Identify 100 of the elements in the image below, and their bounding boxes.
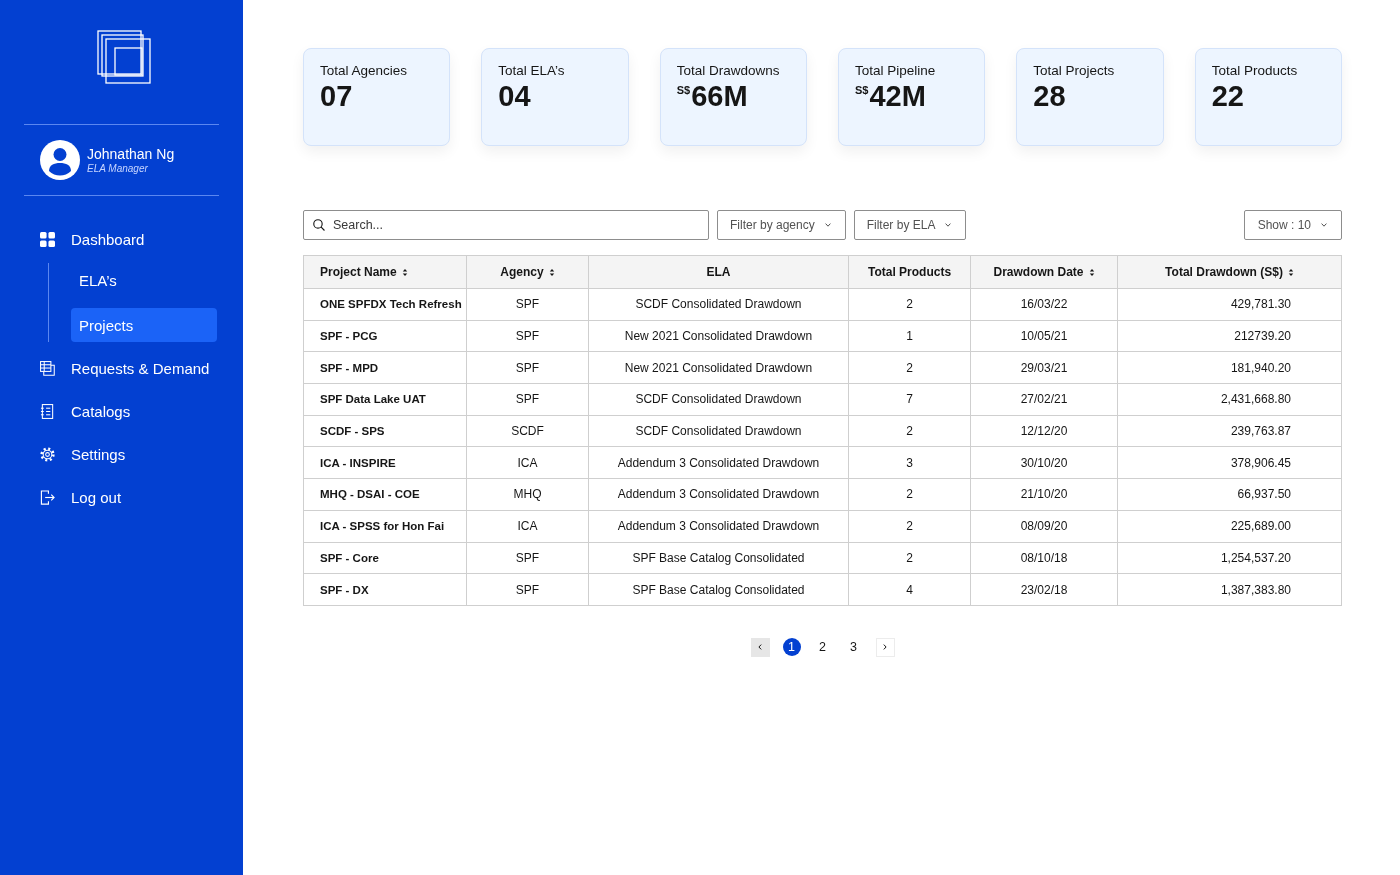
table-cell: 21/10/20 xyxy=(970,478,1118,511)
page-button[interactable]: 3 xyxy=(844,638,863,657)
table-cell: New 2021 Consolidated Drawdown xyxy=(588,351,849,384)
table-cell: SPF - Core xyxy=(303,542,467,574)
nav-item[interactable]: Requests & Demand xyxy=(24,351,219,385)
column-header[interactable]: Project Name xyxy=(303,255,467,289)
stat-value: 04 xyxy=(498,80,531,113)
nested-squares-logo xyxy=(96,30,151,84)
settings-icon xyxy=(40,446,55,462)
nav-item[interactable]: Settings xyxy=(24,437,219,471)
column-header[interactable]: Agency xyxy=(466,255,589,289)
stat-label: Total ELA’s xyxy=(498,62,566,79)
page-button[interactable]: 2 xyxy=(813,638,832,657)
table-cell: MHQ - DSAI - COE xyxy=(303,478,467,511)
table-cell: SCDF Consolidated Drawdown xyxy=(588,383,849,416)
table-cell: 2 xyxy=(848,510,971,542)
stat-value: 28 xyxy=(1033,80,1066,113)
table-cell: 2 xyxy=(848,415,971,447)
table-cell: 4 xyxy=(848,573,971,606)
stat-label: Total Agencies xyxy=(320,62,409,79)
logout-icon xyxy=(40,489,55,505)
table-cell: ICA - SPSS for Hon Fai xyxy=(303,510,467,542)
table-cell: 225,689.00 xyxy=(1117,510,1342,542)
currency-prefix: S$ xyxy=(676,84,691,96)
table-cell: ONE SPFDX Tech Refresh xyxy=(303,288,467,321)
currency-prefix: S$ xyxy=(855,84,869,96)
stat-value: 22 xyxy=(1211,80,1244,113)
table-cell: 2,431,668.80 xyxy=(1117,383,1342,416)
table-cell: ICA xyxy=(466,510,589,542)
table-cell: 29/03/21 xyxy=(970,351,1118,384)
table-cell: SPF xyxy=(466,542,589,574)
table-cell: 1 xyxy=(848,320,971,352)
table-cell: 3 xyxy=(848,446,971,479)
table-cell: Addendum 3 Consolidated Drawdown xyxy=(588,478,849,511)
table-cell: 429,781.30 xyxy=(1117,288,1342,321)
table-cell: Addendum 3 Consolidated Drawdown xyxy=(588,510,849,542)
nav-subitem[interactable]: Projects xyxy=(71,308,217,342)
filter-dropdown[interactable]: Filter by agency xyxy=(717,210,846,240)
stat-label: Total Pipeline xyxy=(855,62,937,79)
grid-icon xyxy=(40,231,55,247)
table-cell: 16/03/22 xyxy=(970,288,1118,321)
table-cell: SPF - DX xyxy=(303,573,467,606)
sort-icon xyxy=(1287,268,1294,277)
table-cell: 2 xyxy=(848,351,971,384)
search-icon xyxy=(313,219,325,231)
table-cell: SPF Base Catalog Consolidated xyxy=(588,542,849,574)
table-cell: New 2021 Consolidated Drawdown xyxy=(588,320,849,352)
table-cell: 27/02/21 xyxy=(970,383,1118,416)
stat-label: Total Drawdowns xyxy=(676,62,781,79)
table-cell: SCDF - SPS xyxy=(303,415,467,447)
table-cell: SPF xyxy=(466,288,589,321)
filter-dropdown[interactable]: Filter by ELA xyxy=(853,210,967,240)
table-cell: 66,937.50 xyxy=(1117,478,1342,511)
table-cell: SPF Data Lake UAT xyxy=(303,383,467,416)
table-cell: 2 xyxy=(848,478,971,511)
stat-value: 42M xyxy=(869,80,926,113)
notebook-icon xyxy=(40,403,55,419)
stat-value: 66M xyxy=(691,80,748,113)
table-cell: ICA xyxy=(466,446,589,479)
stat-label: Total Projects xyxy=(1033,62,1116,79)
table-cell: 1,254,537.20 xyxy=(1117,542,1342,574)
nav-subitem[interactable]: ELA’s xyxy=(71,263,217,297)
table-cell: 2 xyxy=(848,542,971,574)
chevron-down-icon xyxy=(824,223,831,227)
table-cell: SPF xyxy=(466,383,589,416)
table-cell: 181,940.20 xyxy=(1117,351,1342,384)
table-cell: SPF xyxy=(466,351,589,384)
nav-item[interactable]: Dashboard xyxy=(24,222,219,256)
table-cell: 08/09/20 xyxy=(970,510,1118,542)
table-cell: 12/12/20 xyxy=(970,415,1118,447)
table-cell: 7 xyxy=(848,383,971,416)
column-header[interactable]: Total Drawdown (S$) xyxy=(1117,255,1342,289)
column-header: Total Products xyxy=(848,255,971,289)
sort-icon xyxy=(401,268,408,277)
table-cell: SPF - MPD xyxy=(303,351,467,384)
nav-item[interactable]: Catalogs xyxy=(24,394,219,428)
table-icon xyxy=(40,360,55,376)
chevron-down-icon xyxy=(1321,223,1327,227)
nav-item[interactable]: Log out xyxy=(24,480,219,514)
table-cell: SCDF Consolidated Drawdown xyxy=(588,288,849,321)
table-cell: 10/05/21 xyxy=(970,320,1118,352)
table-cell: SCDF xyxy=(466,415,589,447)
user-name: Johnathan Ng xyxy=(87,145,175,163)
table-cell: 1,387,383.80 xyxy=(1117,573,1342,606)
avatar-icon xyxy=(40,140,80,180)
next-page-button[interactable] xyxy=(875,637,895,657)
table-cell: SPF - PCG xyxy=(303,320,467,352)
table-cell: 239,763.87 xyxy=(1117,415,1342,447)
column-header: ELA xyxy=(588,255,849,289)
page-size-dropdown[interactable]: Show : 10 xyxy=(1243,210,1342,240)
chevron-right-icon xyxy=(883,644,887,651)
search-field[interactable]: Search... xyxy=(303,210,709,240)
stat-value: 07 xyxy=(320,80,353,113)
sort-icon xyxy=(1088,268,1095,277)
table-cell: Addendum 3 Consolidated Drawdown xyxy=(588,446,849,479)
table-cell: 212739.20 xyxy=(1117,320,1342,352)
column-header[interactable]: Drawdown Date xyxy=(970,255,1118,289)
table-cell: SPF Base Catalog Consolidated xyxy=(588,573,849,606)
stat-label: Total Products xyxy=(1211,62,1299,79)
page-button[interactable]: 1 xyxy=(782,638,801,657)
